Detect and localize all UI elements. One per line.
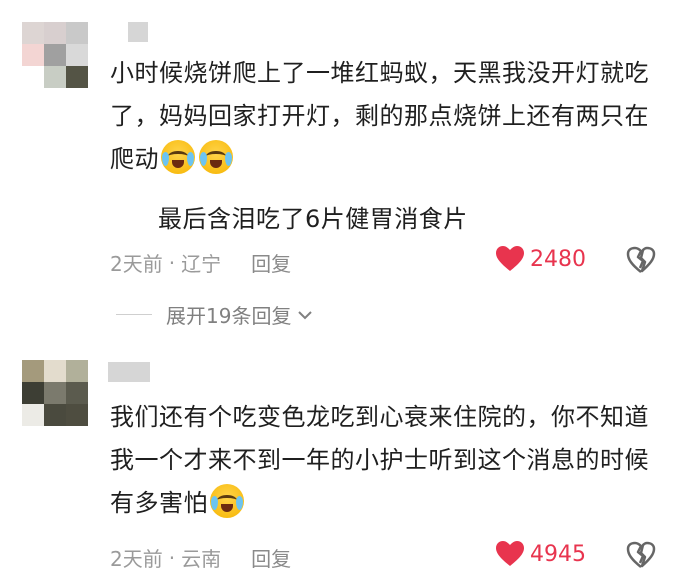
avatar[interactable] bbox=[22, 360, 88, 426]
heart-icon bbox=[496, 541, 524, 566]
separator-dot: · bbox=[168, 545, 176, 570]
crying-emoji-icon bbox=[210, 484, 244, 518]
comment-text: 我们还有个吃变色龙吃到心衰来住院的，你不知道我一个才来不到一年的小护士听到这个消… bbox=[110, 396, 660, 525]
like-button[interactable]: 4945 bbox=[496, 541, 586, 567]
comment-subtext: 最后含泪吃了6片健胃消食片 bbox=[158, 205, 468, 233]
chevron-down-icon bbox=[298, 310, 313, 319]
broken-heart-icon[interactable] bbox=[626, 246, 656, 274]
divider-line bbox=[116, 314, 152, 315]
comment-meta: 2天前 · 云南 回复 bbox=[110, 543, 291, 572]
comment-text: 小时候烧饼爬上了一堆红蚂蚁，天黑我没开灯就吃了，妈妈回家打开灯，剩的那点烧饼上还… bbox=[110, 52, 660, 181]
username-redacted[interactable] bbox=[108, 362, 150, 382]
crying-laughing-emoji-icon bbox=[199, 140, 233, 174]
username-redacted[interactable] bbox=[128, 22, 148, 42]
expand-replies-label: 展开19条回复 bbox=[166, 304, 292, 328]
crying-laughing-emoji-icon bbox=[161, 140, 195, 174]
like-count: 2480 bbox=[530, 246, 586, 272]
timestamp: 2天前 bbox=[110, 252, 163, 276]
avatar[interactable] bbox=[22, 22, 88, 88]
location: 云南 bbox=[181, 547, 222, 571]
timestamp: 2天前 bbox=[110, 547, 163, 571]
expand-replies-button[interactable]: 展开19条回复 bbox=[116, 300, 313, 329]
comment-body: 我们还有个吃变色龙吃到心衰来住院的，你不知道我一个才来不到一年的小护士听到这个消… bbox=[110, 403, 649, 517]
separator-dot: · bbox=[168, 250, 176, 275]
reply-button[interactable]: 回复 bbox=[251, 248, 291, 277]
location: 辽宁 bbox=[181, 252, 222, 276]
reply-button[interactable]: 回复 bbox=[251, 543, 291, 572]
heart-icon bbox=[496, 246, 524, 271]
like-count: 4945 bbox=[530, 541, 586, 567]
comment-meta: 2天前 · 辽宁 回复 bbox=[110, 248, 291, 277]
like-button[interactable]: 2480 bbox=[496, 246, 586, 272]
broken-heart-icon[interactable] bbox=[626, 541, 656, 569]
